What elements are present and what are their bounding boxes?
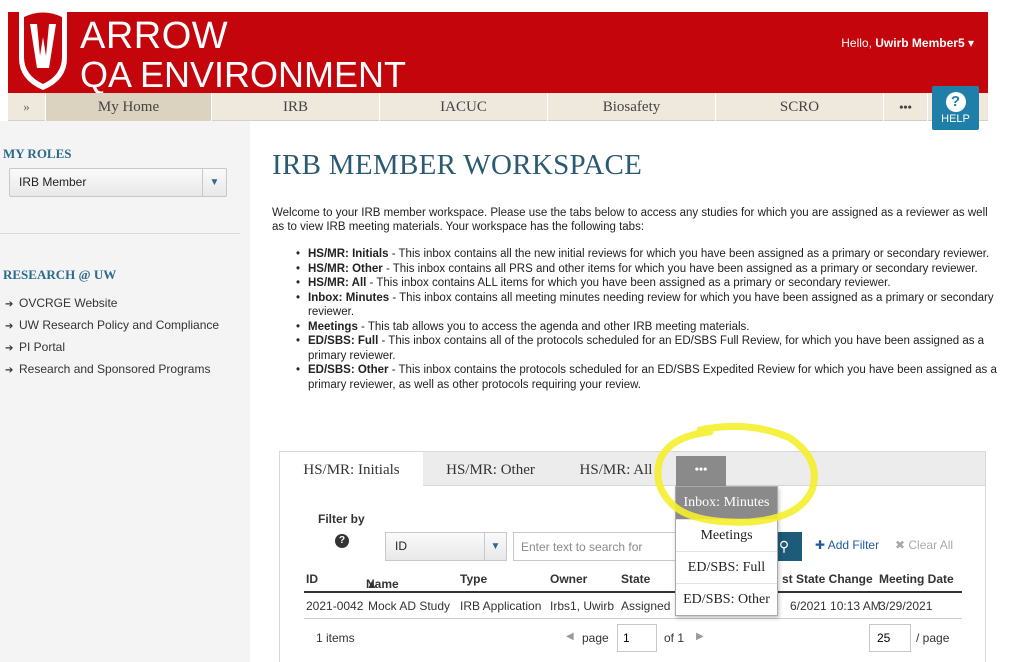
x-icon: ✖: [895, 538, 909, 552]
column-header-owner[interactable]: Owner: [550, 572, 587, 586]
list-item: HS/MR: Other - This inbox contains all P…: [294, 262, 998, 277]
column-header-state-change[interactable]: st State Change: [782, 572, 873, 586]
my-roles-heading: MY ROLES: [3, 146, 72, 161]
per-page-label: / page: [916, 631, 950, 645]
arrow-right-icon: ➔: [5, 299, 14, 310]
column-header-id[interactable]: ID: [306, 572, 318, 586]
page-size-input[interactable]: [869, 624, 911, 652]
search-input[interactable]: [513, 532, 683, 561]
cell-meeting-date: 3/29/2021: [879, 599, 933, 613]
prev-page-icon[interactable]: ◀: [566, 631, 574, 642]
tab-more-button[interactable]: •••: [676, 456, 726, 486]
help-button[interactable]: ? HELP: [932, 86, 979, 130]
page-number-input[interactable]: [617, 624, 657, 652]
caret-down-icon: ▾: [967, 36, 974, 50]
link-research-policy[interactable]: ➔ UW Research Policy and Compliance: [5, 317, 219, 339]
plus-icon: ✚: [815, 538, 828, 552]
page-title: IRB MEMBER WORKSPACE: [272, 149, 643, 181]
cell-type: IRB Application: [460, 599, 542, 613]
menu-item-meetings[interactable]: Meetings: [676, 520, 777, 552]
research-links: ➔ OVCRGE Website ➔ UW Research Policy and …: [5, 295, 219, 383]
chevron-down-icon: ▼: [484, 533, 506, 560]
cell-owner: Irbs1, Uwirb: [550, 599, 615, 613]
cell-name-link[interactable]: Mock AD Study: [368, 599, 450, 613]
arrow-right-icon: ➔: [5, 343, 14, 354]
cell-state-change: 6/2021 10:13 AM: [790, 599, 881, 613]
main-nav: » My Home IRB IACUC Biosafety SCRO •••: [8, 93, 988, 121]
next-page-icon[interactable]: ▶: [696, 631, 704, 642]
table-header: ID ▲ Name Type Owner State st State Chang…: [304, 567, 962, 593]
nav-item-my-home[interactable]: My Home: [46, 93, 212, 121]
nav-item-irb[interactable]: IRB: [212, 93, 380, 121]
nav-expand-button[interactable]: »: [8, 93, 46, 121]
tab-overflow-menu: Inbox: Minutes Meetings ED/SBS: Full ED/…: [675, 486, 778, 616]
page-total: of 1: [664, 631, 685, 645]
tab-hsmr-initials[interactable]: HS/MR: Initials: [280, 452, 423, 487]
intro-text: Welcome to your IRB member workspace. Pl…: [272, 207, 988, 233]
chevron-down-icon: ▼: [202, 169, 226, 196]
list-item: ED/SBS: Full - This inbox contains all o…: [294, 334, 998, 363]
app-header: ARROW QA ENVIRONMENT Hello, Uwirb Member…: [0, 0, 1024, 95]
items-count: 1 items: [316, 631, 355, 645]
column-header-type[interactable]: Type: [460, 572, 487, 586]
page-label: page: [582, 631, 609, 645]
add-filter-button[interactable]: ✚ Add Filter: [815, 538, 879, 552]
tab-hsmr-other[interactable]: HS/MR: Other: [423, 452, 558, 486]
uw-crest-logo[interactable]: [13, 4, 73, 92]
sidebar-divider: [0, 233, 240, 234]
table-row[interactable]: 2021-0042 Mock AD Study IRB Application …: [304, 593, 962, 619]
link-pi-portal[interactable]: ➔ PI Portal: [5, 339, 219, 361]
column-header-state[interactable]: State: [621, 572, 650, 586]
user-name: Uwirb Member5: [875, 36, 965, 50]
arrow-right-icon: ➔: [5, 321, 14, 332]
menu-item-edsbs-full[interactable]: ED/SBS: Full: [676, 552, 777, 584]
nav-item-scro[interactable]: SCRO: [716, 93, 884, 121]
nav-more-button[interactable]: •••: [884, 93, 928, 121]
list-item: Meetings - This tab allows you to access…: [294, 320, 998, 335]
role-select[interactable]: IRB Member ▼: [9, 168, 227, 197]
greeting-text: Hello,: [841, 36, 872, 50]
filter-field-select[interactable]: ID ▼: [385, 532, 507, 561]
search-icon: ⚲: [778, 538, 790, 554]
list-item: HS/MR: Initials - This inbox contains al…: [294, 247, 998, 262]
filter-label: Filter by: [318, 512, 365, 526]
cell-state: Assigned: [621, 599, 671, 613]
menu-item-inbox-minutes[interactable]: Inbox: Minutes: [676, 487, 777, 520]
list-item: Inbox: Minutes - This inbox contains all…: [294, 291, 998, 320]
filter-field-value: ID: [395, 539, 407, 553]
nav-item-iacuc[interactable]: IACUC: [380, 93, 548, 121]
column-header-meeting-date[interactable]: Meeting Date: [879, 572, 954, 586]
tab-bar: HS/MR: Initials HS/MR: Other HS/MR: All …: [280, 452, 985, 487]
tab-hsmr-all[interactable]: HS/MR: All: [558, 452, 674, 486]
help-label: HELP: [941, 113, 970, 125]
nav-item-biosafety[interactable]: Biosafety: [548, 93, 716, 121]
link-rsp[interactable]: ➔ Research and Sponsored Programs: [5, 361, 219, 383]
question-icon: ?: [945, 92, 966, 112]
clear-all-button[interactable]: ✖ Clear All: [895, 538, 953, 552]
list-item: ED/SBS: Other - This inbox contains the …: [294, 363, 998, 392]
list-item: HS/MR: All - This inbox contains ALL ite…: [294, 276, 998, 291]
arrow-right-icon: ➔: [5, 365, 14, 376]
user-menu[interactable]: Hello, Uwirb Member5 ▾: [841, 36, 974, 50]
research-heading: RESEARCH @ UW: [3, 267, 117, 282]
brand-subtitle: QA ENVIRONMENT: [80, 54, 407, 95]
help-circle-icon[interactable]: ?: [335, 534, 349, 548]
brand-title: ARROW: [80, 15, 229, 57]
sidebar: MY ROLES IRB Member ▼ RESEARCH @ UW ➔ OVC…: [0, 121, 250, 662]
tab-descriptions: HS/MR: Initials - This inbox contains al…: [294, 247, 998, 392]
menu-item-edsbs-other[interactable]: ED/SBS: Other: [676, 584, 777, 616]
role-select-value: IRB Member: [19, 175, 87, 189]
cell-id: 2021-0042: [306, 599, 364, 613]
link-ovcrge[interactable]: ➔ OVCRGE Website: [5, 295, 219, 317]
